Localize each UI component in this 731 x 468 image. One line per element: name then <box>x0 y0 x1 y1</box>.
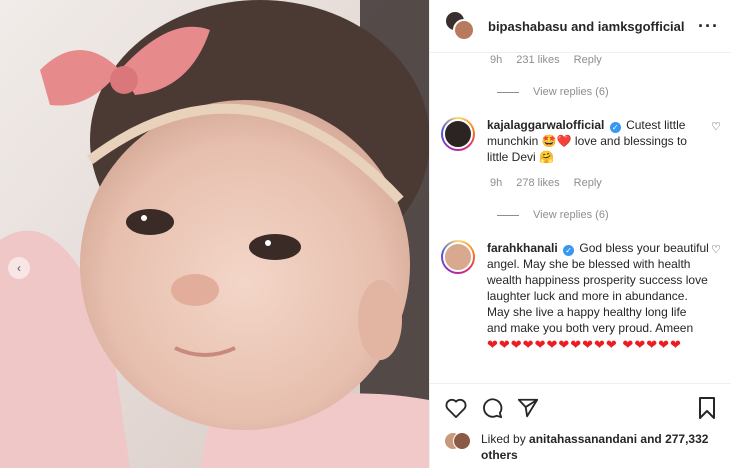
liker-avatar <box>453 432 471 450</box>
like-heart-icon[interactable] <box>444 396 468 420</box>
comment-meta: 9h 231 likes Reply <box>490 54 602 66</box>
reply-button[interactable]: Reply <box>574 177 602 189</box>
post-authors[interactable]: bipashabasu and iamksgofficial <box>488 19 698 34</box>
comment-likes[interactable]: 231 likes <box>516 54 559 66</box>
view-replies-button[interactable]: View replies (6) <box>497 209 609 221</box>
verified-badge-icon: ✓ <box>563 245 575 256</box>
post-photo[interactable]: ‹ <box>0 0 429 468</box>
bookmark-icon[interactable] <box>695 396 719 420</box>
view-replies-button[interactable]: View replies (6) <box>497 86 609 98</box>
comment-item: farahkhanali ✓ God bless your beautiful … <box>441 240 723 353</box>
likes-summary: Liked by anitahassanandani and 277,332 o… <box>430 431 731 463</box>
share-icon[interactable] <box>516 396 540 420</box>
comment-like-heart-icon[interactable]: ♡ <box>709 117 723 165</box>
post-actions-bar <box>430 383 731 431</box>
likes-prefix: Liked by <box>481 432 530 446</box>
baby-image <box>0 0 429 468</box>
view-replies-label: View replies (6) <box>533 86 609 98</box>
comments-list[interactable]: 9h 231 likes Reply View replies (6) kaja… <box>430 53 731 383</box>
reply-button[interactable]: Reply <box>574 54 602 66</box>
post-header: bipashabasu and iamksgofficial ··· <box>430 0 731 53</box>
commenter-username[interactable]: farahkhanali <box>487 241 558 255</box>
heart-emojis: ❤❤❤❤❤❤❤❤❤❤❤ ❤❤❤❤❤ <box>487 337 682 352</box>
commenter-avatar[interactable] <box>441 240 475 274</box>
comment-likes[interactable]: 278 likes <box>516 177 559 189</box>
comment-like-heart-icon[interactable]: ♡ <box>709 240 723 353</box>
comment-item: kajalaggarwalofficial ✓ Cutest little mu… <box>441 117 723 165</box>
more-options-icon[interactable]: ··· <box>698 16 719 37</box>
comment-text: God bless your beautiful angel. May she … <box>487 241 709 335</box>
verified-badge-icon: ✓ <box>609 122 621 133</box>
chevron-left-icon: ‹ <box>17 261 21 275</box>
view-replies-label: View replies (6) <box>533 209 609 221</box>
commenter-username[interactable]: kajalaggarwalofficial <box>487 118 604 132</box>
comment-icon[interactable] <box>480 396 504 420</box>
post-detail-panel: bipashabasu and iamksgofficial ··· 9h 23… <box>429 0 731 468</box>
comment-time: 9h <box>490 54 503 66</box>
comment-time: 9h <box>490 177 503 189</box>
comment-meta: 9h 278 likes Reply <box>490 177 602 189</box>
carousel-prev-button[interactable]: ‹ <box>8 257 30 279</box>
liker-username[interactable]: anitahassanandani <box>529 432 637 446</box>
author-avatar[interactable] <box>444 10 476 42</box>
commenter-avatar[interactable] <box>441 117 475 151</box>
